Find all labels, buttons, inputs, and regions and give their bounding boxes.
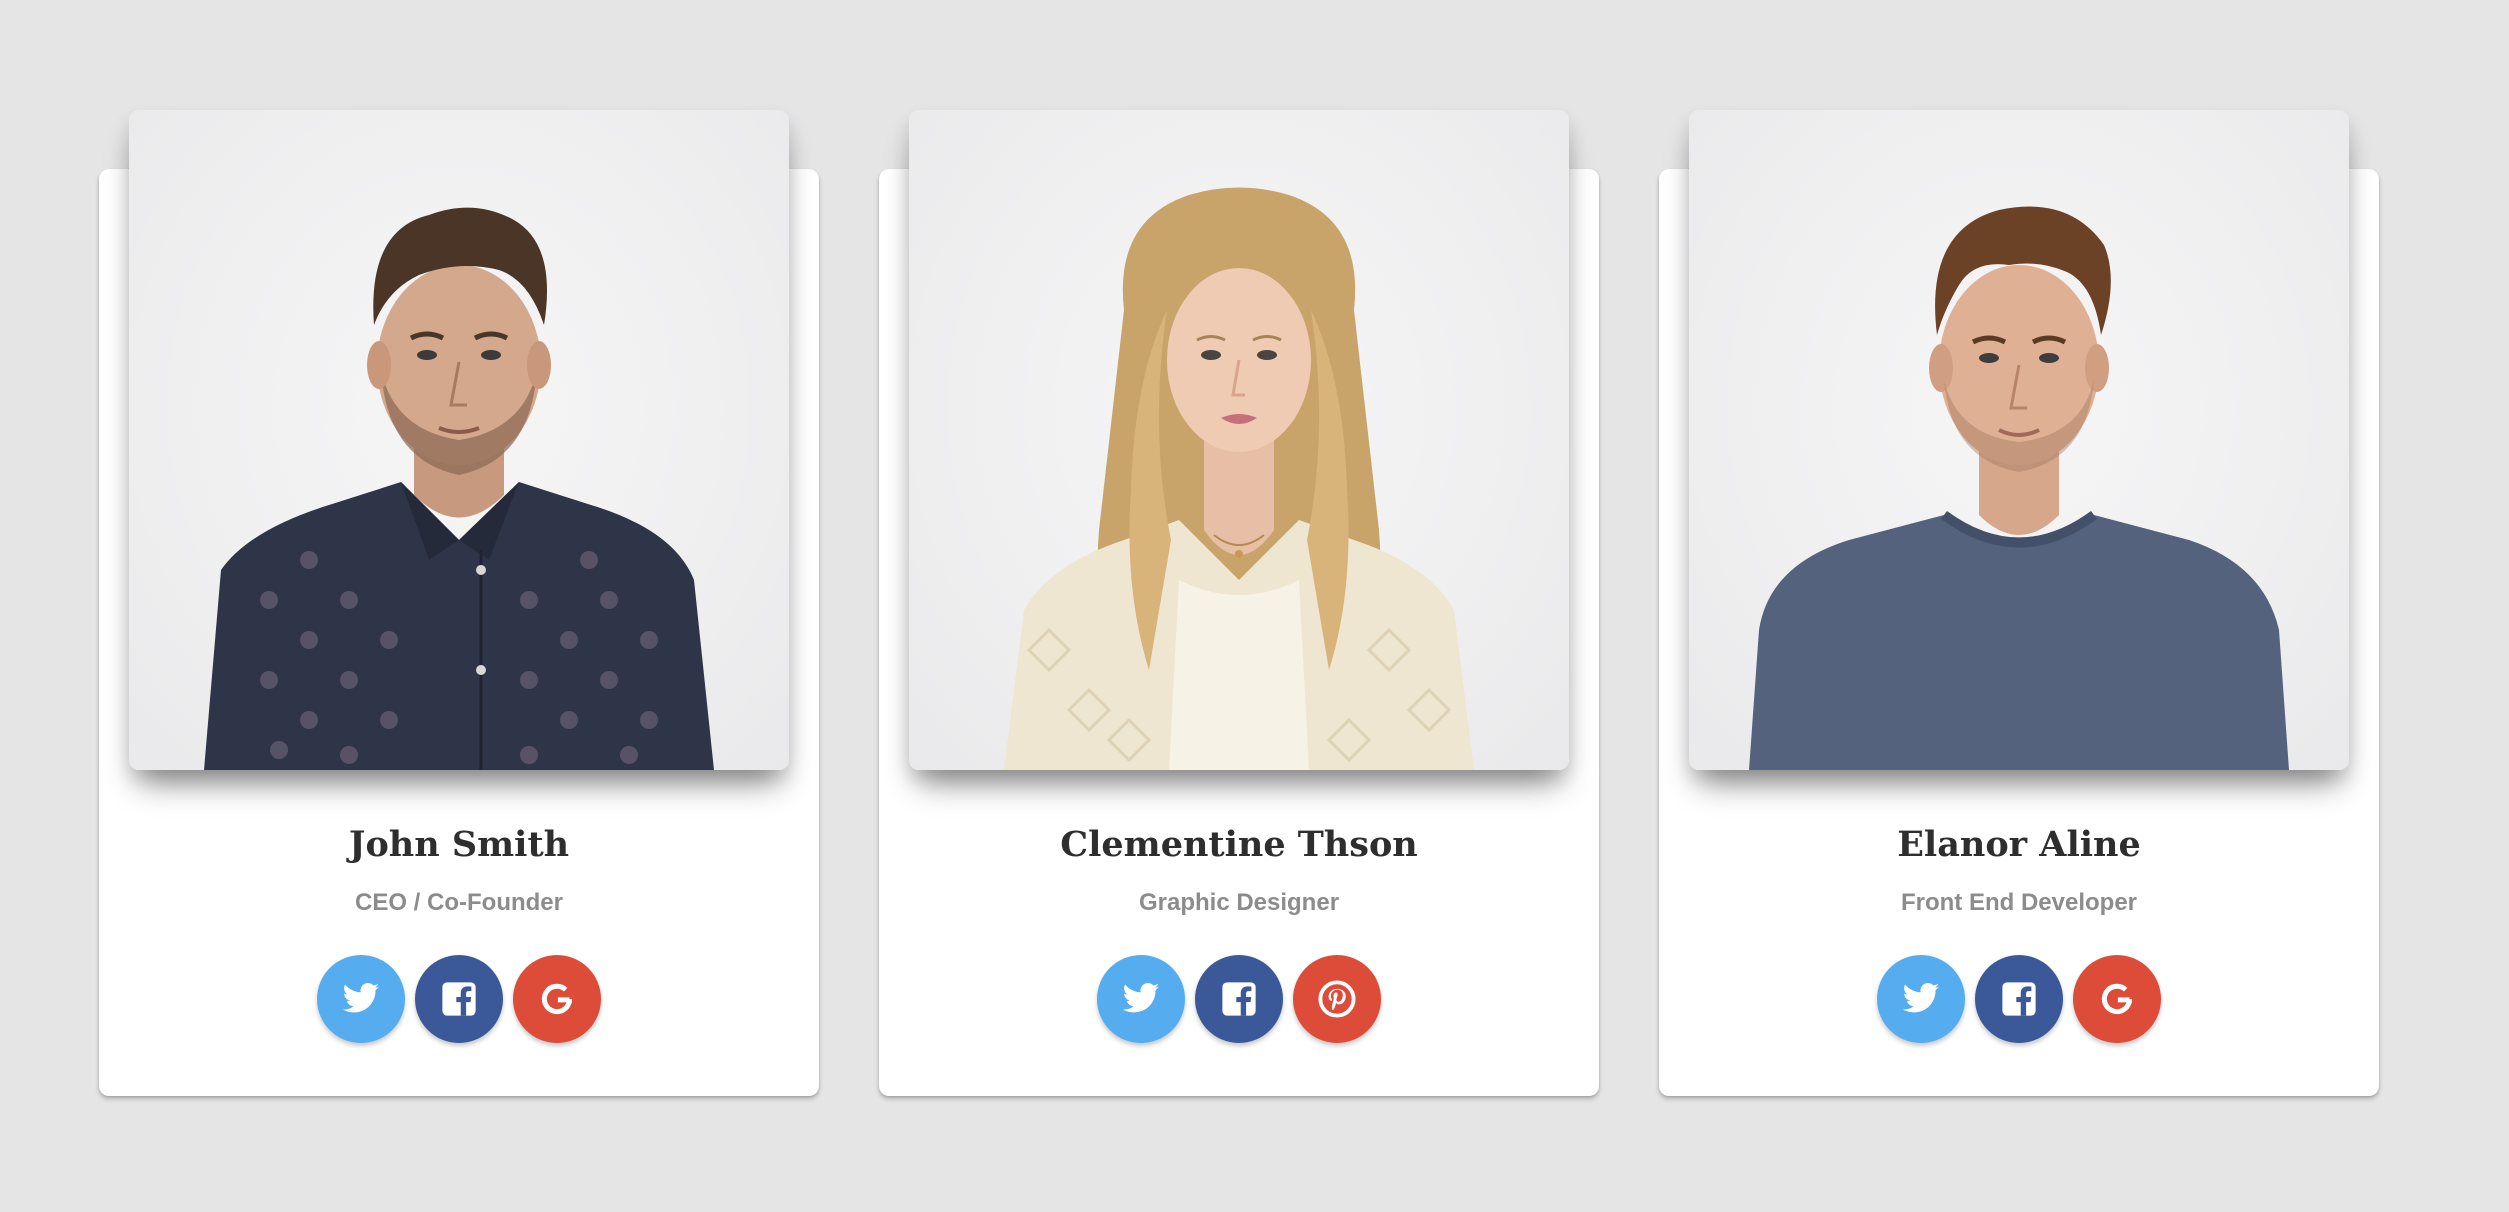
social-links bbox=[1659, 955, 2379, 1043]
social-links bbox=[879, 955, 1599, 1043]
twitter-button[interactable] bbox=[1877, 955, 1965, 1043]
facebook-button[interactable] bbox=[415, 955, 503, 1043]
member-name: Clementine Thson bbox=[1060, 824, 1418, 865]
social-links bbox=[99, 955, 819, 1043]
google-icon bbox=[541, 983, 573, 1015]
google-icon bbox=[2101, 983, 2133, 1015]
facebook-icon bbox=[442, 982, 476, 1016]
twitter-icon bbox=[342, 983, 380, 1013]
member-photo bbox=[909, 110, 1569, 770]
team-card-john-smith: John Smith CEO / Co-Founder bbox=[99, 110, 819, 1096]
member-name: Elanor Aline bbox=[1897, 824, 2141, 865]
member-photo bbox=[129, 110, 789, 770]
member-role: Front End Developer bbox=[1900, 889, 2138, 916]
facebook-icon bbox=[1222, 982, 1256, 1016]
google-button[interactable] bbox=[2073, 955, 2161, 1043]
team-section: John Smith CEO / Co-Founder Clementine T… bbox=[0, 0, 2509, 1212]
twitter-button[interactable] bbox=[317, 955, 405, 1043]
twitter-icon bbox=[1122, 983, 1160, 1013]
facebook-button[interactable] bbox=[1975, 955, 2063, 1043]
facebook-button[interactable] bbox=[1195, 955, 1283, 1043]
facebook-icon bbox=[2002, 982, 2036, 1016]
member-name: John Smith bbox=[348, 824, 570, 865]
google-button[interactable] bbox=[513, 955, 601, 1043]
twitter-button[interactable] bbox=[1097, 955, 1185, 1043]
pinterest-button[interactable] bbox=[1293, 955, 1381, 1043]
member-photo bbox=[1689, 110, 2349, 770]
team-card-clementine-thson: Clementine Thson Graphic Designer bbox=[879, 110, 1599, 1096]
member-role: Graphic Designer bbox=[1138, 889, 1340, 916]
team-card-elanor-aline: Elanor Aline Front End Developer bbox=[1659, 110, 2379, 1096]
member-role: CEO / Co-Founder bbox=[355, 889, 563, 916]
twitter-icon bbox=[1902, 983, 1940, 1013]
pinterest-icon bbox=[1318, 980, 1356, 1018]
